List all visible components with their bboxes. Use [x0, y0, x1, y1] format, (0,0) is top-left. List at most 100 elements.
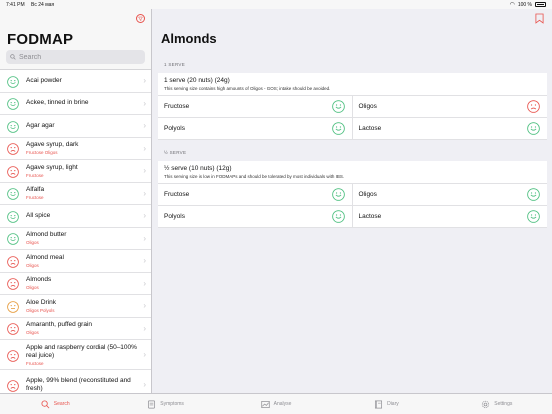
filter-button[interactable] [136, 14, 145, 23]
list-item[interactable]: Aloe Drink Oligos Polyols › [0, 295, 151, 318]
gear-icon [482, 400, 490, 408]
tab-label: Diary [387, 401, 399, 407]
wifi-icon: ◠ [509, 2, 515, 8]
food-fodmap-tags: Oligos [26, 262, 39, 268]
tab-symptoms[interactable]: Symptoms [110, 394, 220, 414]
fodmap-label: Polyols [164, 213, 185, 220]
food-fodmap-tags: Oligos [26, 330, 39, 336]
list-item[interactable]: Agave syrup, light Fructose › [0, 160, 151, 183]
chevron-right-icon: › [143, 76, 146, 86]
food-name: Agar agar [26, 121, 55, 129]
list-item[interactable]: Agave syrup, dark Fructose Oligos › [0, 137, 151, 160]
food-fodmap-tags: Oligos [26, 240, 39, 246]
happy-face-icon [331, 210, 345, 223]
serve-size: ½ serve (10 nuts) (12g) [164, 165, 232, 172]
fodmap-label: Polyols [164, 125, 185, 132]
list-item[interactable]: All spice › [0, 205, 151, 228]
serve-section-label: ½ SERVE [164, 150, 187, 155]
tab-label: Symptoms [160, 401, 184, 407]
happy-face-icon [7, 232, 19, 246]
happy-face-icon [7, 120, 19, 133]
chevron-right-icon: › [143, 350, 146, 359]
list-item[interactable]: Acai powder › [0, 70, 151, 93]
food-name: Apple, 99% blend (reconstituted and fres… [26, 376, 131, 392]
search-field[interactable] [6, 50, 145, 64]
status-time: 7:41 PM [6, 1, 25, 8]
list-item[interactable]: Apple, 99% blend (reconstituted and fres… [0, 370, 151, 393]
chevron-right-icon: › [143, 188, 146, 198]
filter-icon [138, 16, 143, 21]
list-item[interactable]: Almonds Oligos › [0, 272, 151, 295]
analyse-icon [260, 400, 270, 408]
fodmap-cell-polyols: Polyols [158, 206, 353, 228]
sad-face-icon [7, 322, 19, 336]
tab-bar: Search Symptoms Analyse Diary Settings [0, 393, 552, 414]
serve-section-label: 1 SERVE [164, 62, 186, 67]
tab-label: Settings [494, 401, 513, 407]
tab-diary[interactable]: Diary [331, 394, 441, 414]
food-list: Acai powder › Ackee, tinned in brine › Agar … [0, 69, 151, 393]
chevron-right-icon: › [143, 211, 146, 221]
food-fodmap-tags: Oligos Polyols [26, 307, 55, 313]
chevron-right-icon: › [143, 323, 146, 333]
chevron-right-icon: › [143, 380, 146, 389]
sad-face-icon [7, 277, 19, 291]
fodmap-cell-oligos: Oligos [352, 96, 547, 118]
sad-face-icon [7, 349, 19, 362]
status-date: Вс 24 мая [31, 1, 55, 8]
chevron-right-icon: › [143, 256, 146, 266]
happy-face-icon [7, 187, 19, 201]
food-name: Amaranth, puffed grain [26, 321, 93, 329]
tab-label: Search [53, 401, 70, 407]
sad-face-icon [7, 379, 19, 392]
happy-face-icon [7, 97, 19, 111]
food-name: Alfalfa [26, 186, 45, 194]
serve-card: ½ serve (10 nuts) (12g) This serving size… [158, 161, 547, 228]
list-item[interactable]: Ackee, tinned in brine › [0, 92, 151, 115]
list-item[interactable]: Apple and raspberry cordial (50–100% rea… [0, 340, 151, 370]
serve-size: 1 serve (20 nuts) (24g) [164, 77, 230, 84]
sad-face-icon [7, 255, 19, 268]
happy-face-icon [7, 75, 19, 88]
list-item[interactable]: Almond meal Oligos › [0, 250, 151, 273]
happy-face-icon [331, 100, 345, 113]
food-fodmap-tags: Fructose [26, 172, 44, 178]
list-item[interactable]: Alfalfa Fructose › [0, 182, 151, 205]
tab-search[interactable]: Search [0, 394, 110, 414]
status-bar: 7:41 PM Вс 24 мая ◠ 100 % [0, 0, 552, 9]
food-name: Aloe Drink [26, 298, 56, 306]
happy-face-icon [331, 188, 345, 201]
chevron-right-icon: › [143, 121, 146, 131]
fodmap-label: Lactose [358, 213, 382, 220]
happy-face-icon [331, 122, 345, 135]
list-item[interactable]: Amaranth, puffed grain Oligos › [0, 317, 151, 340]
sad-face-icon [527, 100, 540, 113]
tab-settings[interactable]: Settings [442, 394, 552, 414]
chevron-right-icon: › [143, 98, 146, 108]
food-fodmap-tags: Fructose Oligos [26, 150, 58, 156]
bookmark-icon[interactable] [535, 13, 544, 24]
fodmap-label: Oligos [358, 191, 377, 198]
tab-analyse[interactable]: Analyse [221, 394, 331, 414]
food-name: Apple and raspberry cordial (50–100% rea… [26, 343, 137, 359]
sidebar: FODMAP Acai powder›Ackee, tinned in brin… [0, 9, 152, 393]
food-name: All spice [26, 211, 51, 219]
sad-face-icon [7, 165, 19, 178]
fodmap-label: Oligos [358, 103, 377, 110]
fodmap-label: Fructose [164, 103, 190, 110]
serve-description: This serving size contains high amounts … [164, 86, 331, 91]
battery-icon [535, 2, 546, 7]
chevron-right-icon: › [143, 301, 146, 311]
food-name: Ackee, tinned in brine [26, 99, 89, 107]
chevron-right-icon: › [143, 143, 146, 153]
list-item[interactable]: Agar agar › [0, 115, 151, 138]
chevron-right-icon: › [143, 233, 146, 243]
fodmap-cell-fructose: Fructose [158, 96, 353, 118]
search-icon [41, 399, 50, 408]
app-title: FODMAP [7, 31, 74, 48]
food-name: Almonds [26, 276, 52, 284]
list-item[interactable]: Almond butter Oligos › [0, 227, 151, 250]
search-input[interactable] [19, 53, 139, 61]
fodmap-cell-fructose: Fructose [158, 184, 353, 206]
food-fodmap-tags: Fructose [26, 360, 44, 366]
